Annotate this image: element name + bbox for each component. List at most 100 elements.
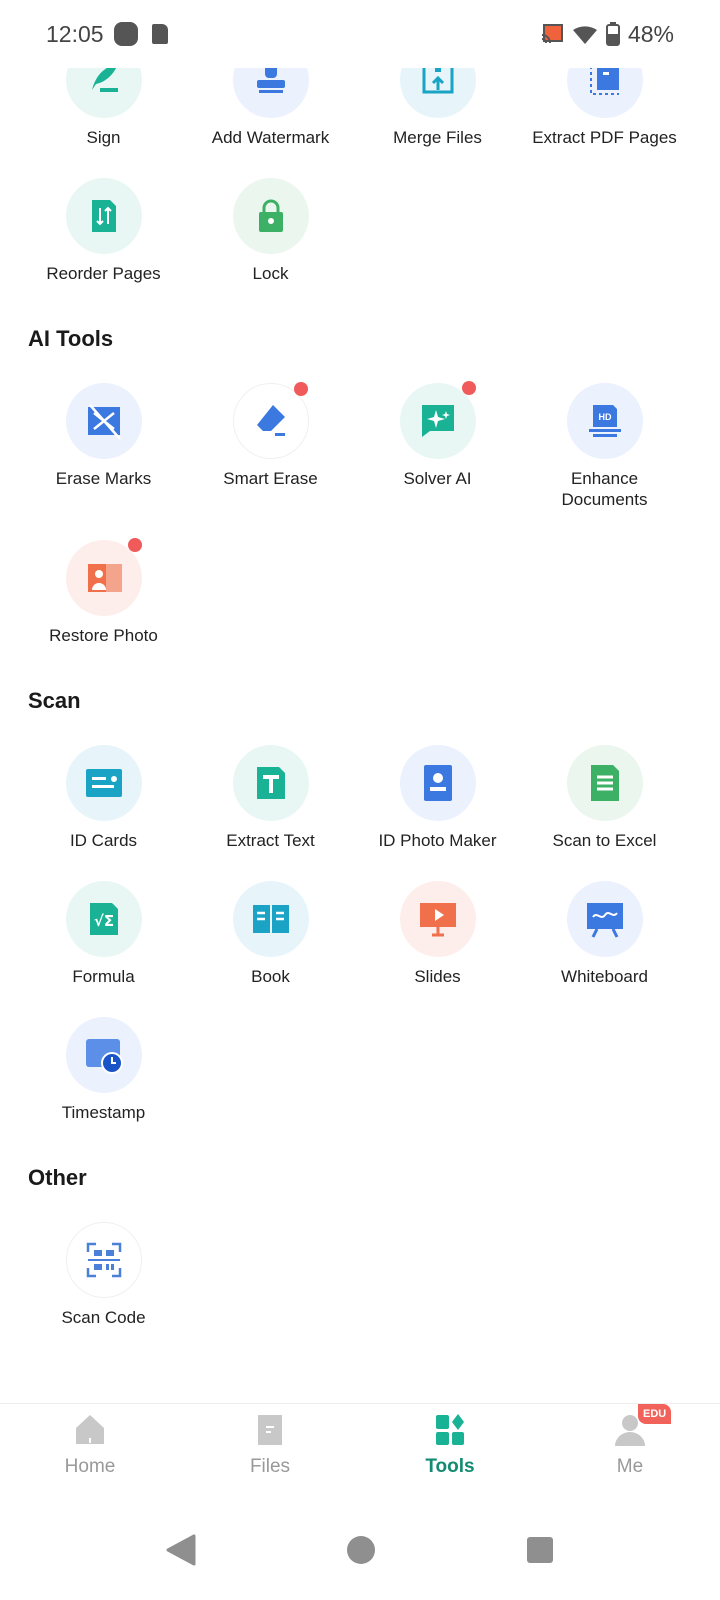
tool-enhance-documents[interactable]: HD Enhance Documents — [521, 383, 688, 540]
new-badge-dot — [293, 382, 308, 396]
tool-grid: ID Cards Extract Text ID Photo Maker Sca… — [20, 745, 700, 1153]
tool-extract-text[interactable]: Extract Text — [187, 745, 354, 881]
tool-icon-circle — [566, 881, 643, 957]
lock-icon — [258, 199, 283, 232]
new-badge-dot — [127, 538, 142, 552]
nav-label: Tools — [425, 1456, 475, 1477]
tool-label: Restore Photo — [49, 626, 158, 645]
edu-badge: EDU — [638, 1404, 672, 1424]
tool-label: Sign — [86, 128, 121, 147]
id-photo-icon — [423, 765, 452, 801]
nav-tools[interactable]: Tools — [360, 1404, 540, 1495]
tool-label: Book — [251, 967, 290, 986]
tool-label: Formula — [72, 967, 135, 986]
qr-scan-icon — [86, 1242, 121, 1278]
tool-label: ID Cards — [69, 831, 138, 850]
slides-icon — [419, 903, 456, 937]
recents-icon[interactable] — [526, 1536, 554, 1564]
tool-label: Reorder Pages — [46, 264, 161, 283]
home-icon — [76, 1415, 104, 1444]
tool-label: Lock — [252, 264, 289, 283]
tool-icon-circle — [232, 382, 309, 459]
files-icon — [258, 1415, 282, 1445]
tool-icon-circle — [65, 745, 142, 821]
tool-label: Timestamp — [61, 1103, 146, 1122]
notification-icon — [113, 22, 138, 46]
tool-label: Scan Code — [61, 1308, 146, 1327]
tool-smart-erase[interactable]: Smart Erase — [187, 382, 354, 540]
battery-icon — [605, 22, 620, 46]
tool-solver-ai[interactable]: Solver AI — [354, 381, 521, 540]
tool-label: Extract PDF Pages — [532, 128, 677, 147]
tool-label: Merge Files — [393, 128, 482, 147]
tool-grid: Scan Code — [20, 1222, 700, 1358]
tool-reorder-pages[interactable]: Reorder Pages — [20, 178, 187, 314]
nav-me[interactable]: EDU Me — [540, 1404, 720, 1495]
text-icon — [256, 767, 285, 799]
tool-icon-circle — [65, 178, 142, 254]
tool-icon-circle — [232, 178, 309, 254]
book-icon — [252, 905, 289, 933]
tool-label: Add Watermark — [211, 128, 330, 147]
nav-files[interactable]: Files — [180, 1404, 360, 1495]
nav-home[interactable]: Home — [0, 1404, 180, 1495]
home-button-icon[interactable] — [346, 1535, 376, 1565]
tool-label: Extract Text — [226, 831, 315, 850]
tool-restore-photo[interactable]: Restore Photo — [20, 538, 187, 676]
svg-text:√Σ: √Σ — [93, 912, 113, 930]
tool-label: Erase Marks — [55, 469, 152, 488]
tool-label: Enhance Documents — [561, 469, 648, 509]
tool-book[interactable]: Book — [187, 881, 354, 1017]
ai-chat-icon — [421, 405, 454, 437]
nav-label: Files — [249, 1456, 291, 1477]
tool-icon-circle — [399, 745, 476, 821]
clock: 12:05 — [46, 20, 104, 47]
tool-id-cards[interactable]: ID Cards — [20, 745, 187, 881]
back-icon[interactable] — [166, 1534, 196, 1566]
erase-marks-icon — [87, 404, 121, 440]
tool-label: Scan to Excel — [552, 831, 657, 850]
id-card-icon — [85, 769, 122, 797]
tool-formula[interactable]: √Σ Formula — [20, 881, 187, 1017]
nav-label: Home — [64, 1456, 116, 1477]
tool-whiteboard[interactable]: Whiteboard — [521, 881, 688, 1017]
tool-label: Smart Erase — [223, 469, 318, 488]
tool-icon-circle — [232, 745, 309, 821]
tool-slides[interactable]: Slides — [354, 881, 521, 1017]
sd-card-alert-icon — [151, 24, 168, 44]
whiteboard-icon — [586, 903, 623, 938]
section-title-ai-tools: AI Tools — [28, 326, 114, 351]
tool-icon-circle — [399, 881, 476, 957]
reorder-icon — [91, 200, 116, 232]
tool-icon-circle — [399, 381, 476, 459]
tools-icon — [436, 1414, 464, 1445]
svg-text:HD: HD — [598, 412, 611, 422]
section-title-scan: Scan — [28, 688, 81, 713]
status-bar: 12:05 48% — [0, 0, 720, 68]
system-navigation — [0, 1500, 720, 1600]
excel-icon — [590, 765, 619, 801]
tool-icon-circle — [65, 383, 142, 459]
eraser-icon — [256, 405, 285, 436]
hd-icon: HD — [588, 405, 621, 437]
tool-icon-circle — [566, 745, 643, 821]
tool-grid: Sign Add Watermark Merge Files Extract P… — [20, 42, 700, 314]
formula-icon: √Σ — [89, 903, 118, 935]
tool-timestamp[interactable]: Timestamp — [20, 1017, 187, 1153]
tool-icon-circle — [65, 1222, 142, 1298]
timestamp-icon — [85, 1039, 123, 1074]
battery-level: 48% — [627, 20, 674, 47]
tools-list: Sign Add Watermark Merge Files Extract P… — [20, 42, 700, 1358]
tool-id-photo-maker[interactable]: ID Photo Maker — [354, 745, 521, 881]
tool-scan-to-excel[interactable]: Scan to Excel — [521, 745, 688, 881]
tool-grid: Erase Marks Smart Erase Solver AI HD Enh… — [20, 381, 700, 676]
tool-lock[interactable]: Lock — [187, 178, 354, 314]
tool-erase-marks[interactable]: Erase Marks — [20, 383, 187, 540]
tool-scan-code[interactable]: Scan Code — [20, 1222, 187, 1358]
tool-label: Whiteboard — [561, 967, 648, 986]
nav-label: Me — [616, 1456, 644, 1477]
tool-label: ID Photo Maker — [378, 831, 497, 850]
tool-icon-circle: √Σ — [65, 881, 142, 957]
new-badge-dot — [461, 381, 476, 395]
section-title-other: Other — [28, 1165, 87, 1190]
